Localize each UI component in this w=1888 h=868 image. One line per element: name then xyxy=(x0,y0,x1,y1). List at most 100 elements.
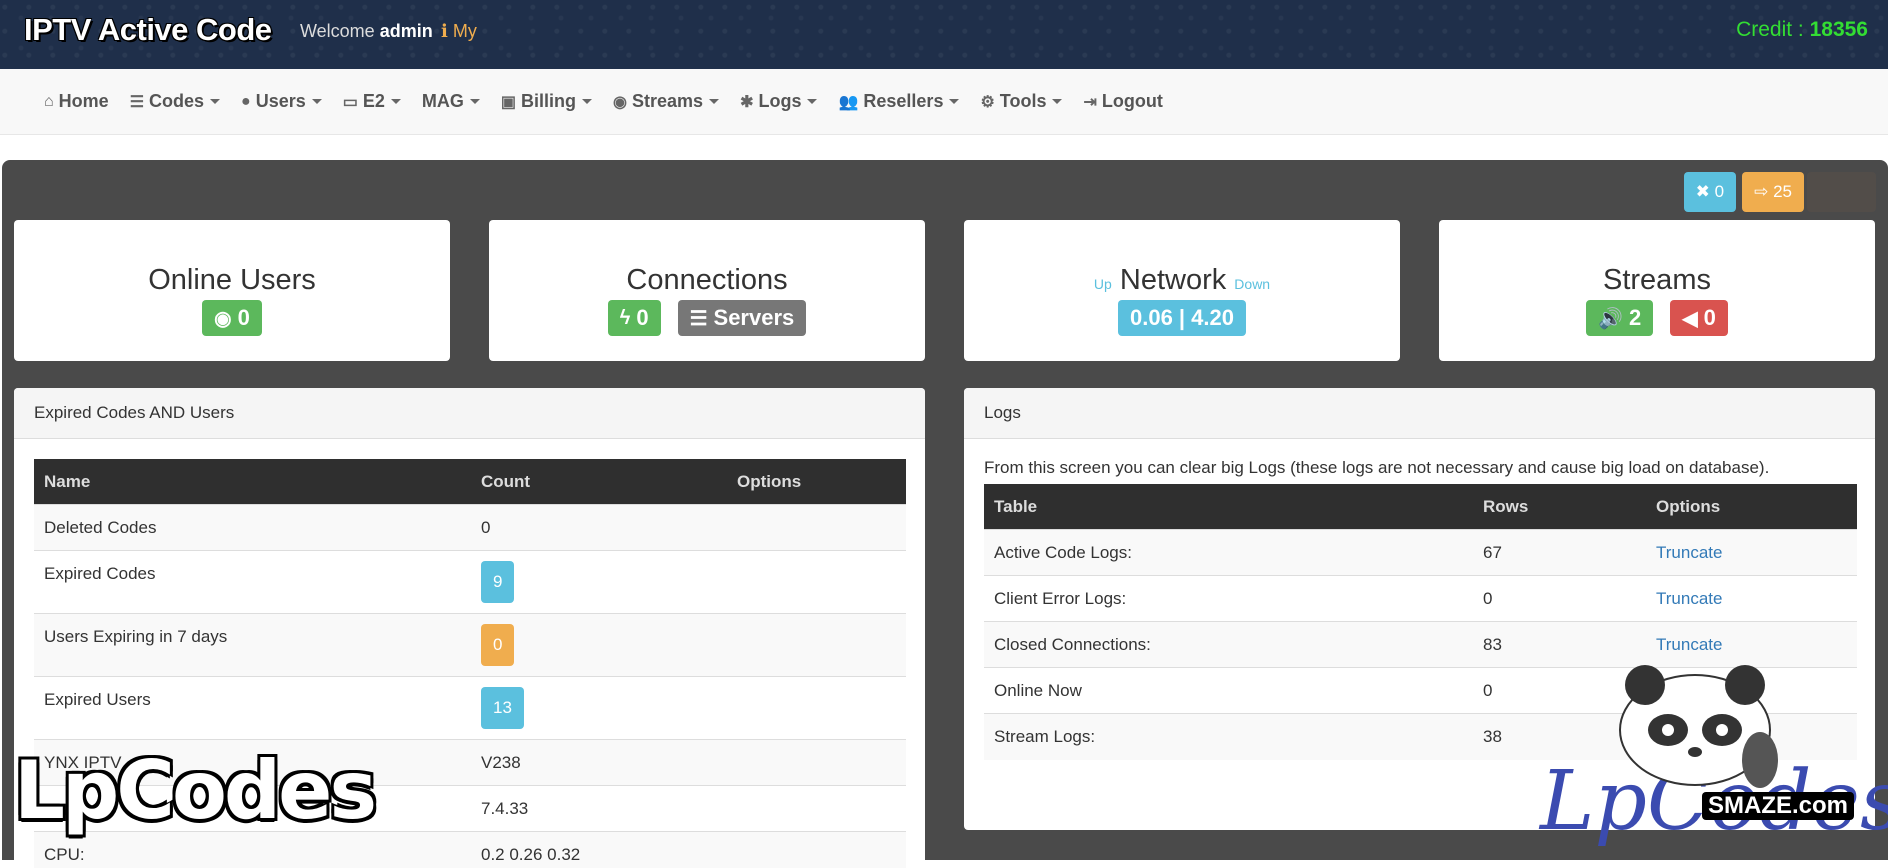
streams-title: Streams xyxy=(1439,264,1875,297)
money-icon: ▣ xyxy=(501,92,516,112)
nav-tools-label: Tools xyxy=(1000,91,1047,112)
nav-streams-label: Streams xyxy=(632,91,703,112)
row-rows: 0 xyxy=(1473,576,1646,622)
logins-button[interactable]: ⇨ 25 xyxy=(1742,172,1804,212)
watermark-small: SMAZE.com xyxy=(1702,792,1854,820)
network-card: Up Network Down 0.06 | 4.20 xyxy=(964,220,1400,361)
row-options xyxy=(727,505,906,551)
bolt-icon: ϟ xyxy=(620,307,631,330)
credit-display: Credit : 18356 xyxy=(1736,18,1868,42)
extra-button[interactable] xyxy=(1807,172,1876,212)
panda-mascot-icon xyxy=(1590,660,1800,790)
row-name: Closed Connections: xyxy=(984,622,1473,668)
logins-count: 25 xyxy=(1773,182,1792,202)
username: admin xyxy=(380,21,433,41)
failed-logins-button[interactable]: ✖ 0 xyxy=(1684,172,1736,212)
row-options xyxy=(727,740,906,786)
user-icon: ● xyxy=(241,93,251,111)
row-options xyxy=(727,786,906,832)
row-name: Expired Users xyxy=(34,677,471,740)
col-options: Options xyxy=(1646,484,1857,530)
volume-off-icon: ◀ xyxy=(1682,306,1697,331)
table-row: Deleted Codes 0 xyxy=(34,505,906,551)
network-badge[interactable]: 0.06 | 4.20 xyxy=(1118,300,1246,336)
nav-logs-label: Logs xyxy=(758,91,801,112)
col-rows: Rows xyxy=(1473,484,1646,530)
chevron-down-icon xyxy=(709,99,719,104)
streams-off-badge[interactable]: ◀ 0 xyxy=(1670,300,1728,336)
table-row: Users Expiring in 7 days 0 xyxy=(34,614,906,677)
watermark-left: LpCodes xyxy=(14,744,374,837)
row-name: Online Now xyxy=(984,668,1473,714)
logs-intro: From this screen you can clear big Logs … xyxy=(984,458,1769,478)
my-label: My xyxy=(453,21,477,41)
credit-value: 18356 xyxy=(1810,18,1868,41)
row-name: Users Expiring in 7 days xyxy=(34,614,471,677)
row-name: Stream Logs: xyxy=(984,714,1473,760)
online-users-card: Online Users ◉ 0 xyxy=(14,220,450,361)
my-account-link[interactable]: ℹ My xyxy=(441,21,477,42)
truncate-link[interactable]: Truncate xyxy=(1656,543,1722,562)
hdd-icon: ▭ xyxy=(343,92,358,112)
row-count: V238 xyxy=(471,740,727,786)
expired-codes-badge[interactable]: 9 xyxy=(481,561,514,603)
online-users-badge[interactable]: ◉ 0 xyxy=(202,300,262,336)
nav-logs[interactable]: ✱ Logs xyxy=(740,91,817,112)
row-name: Client Error Logs: xyxy=(984,576,1473,622)
welcome-text: Welcome admin xyxy=(300,21,433,42)
table-row: Expired Codes 9 xyxy=(34,551,906,614)
chevron-down-icon xyxy=(1052,99,1062,104)
network-title-row: Up Network Down xyxy=(964,264,1400,297)
row-options xyxy=(727,614,906,677)
online-users-title: Online Users xyxy=(14,264,450,297)
chevron-down-icon xyxy=(312,99,322,104)
row-name: Deleted Codes xyxy=(34,505,471,551)
brand-logo[interactable]: IPTV Active Code xyxy=(24,12,272,48)
nav-tools[interactable]: ⚙ Tools xyxy=(980,91,1062,112)
col-options: Options xyxy=(727,459,906,505)
row-options xyxy=(727,832,906,868)
streams-on-count: 2 xyxy=(1629,305,1641,331)
credit-label: Credit : xyxy=(1736,18,1804,41)
nav-logout[interactable]: ⇥ Logout xyxy=(1083,91,1162,112)
servers-badge[interactable]: ☰ Servers xyxy=(678,300,807,336)
nav-home[interactable]: ⌂ Home xyxy=(44,91,109,112)
row-name: Active Code Logs: xyxy=(984,530,1473,576)
top-header: IPTV Active Code Welcome admin ℹ My Cred… xyxy=(0,0,1888,69)
row-options xyxy=(727,677,906,740)
list-icon: ☰ xyxy=(130,92,144,112)
row-count: 7.4.33 xyxy=(471,786,727,832)
col-count: Count xyxy=(471,459,727,505)
nav-resellers[interactable]: 👥 Resellers xyxy=(838,91,959,112)
home-icon: ⌂ xyxy=(44,93,54,111)
table-row: Expired Users 13 xyxy=(34,677,906,740)
servers-label: Servers xyxy=(714,305,795,331)
logs-panel-title: Logs xyxy=(964,388,1875,439)
nav-codes[interactable]: ☰ Codes xyxy=(130,91,220,112)
nav-users[interactable]: ● Users xyxy=(241,91,322,112)
truncate-link[interactable]: Truncate xyxy=(1656,635,1722,654)
expired-users-badge[interactable]: 13 xyxy=(481,687,524,729)
col-table: Table xyxy=(984,484,1473,530)
nav-users-label: Users xyxy=(256,91,306,112)
streams-off-count: 0 xyxy=(1704,305,1716,331)
users-icon: 👥 xyxy=(838,92,858,112)
nav-mag[interactable]: MAG xyxy=(422,91,480,112)
row-name: Expired Codes xyxy=(34,551,471,614)
row-options xyxy=(727,551,906,614)
podcast-icon: ◉ xyxy=(613,92,627,112)
expiring-users-badge[interactable]: 0 xyxy=(481,624,514,666)
nav-codes-label: Codes xyxy=(149,91,204,112)
connections-badge[interactable]: ϟ 0 xyxy=(608,300,661,336)
truncate-link[interactable]: Truncate xyxy=(1656,589,1722,608)
nav-e2[interactable]: ▭ E2 xyxy=(343,91,401,112)
user-circle-icon: ◉ xyxy=(214,306,231,331)
row-count: 0.2 0.26 0.32 xyxy=(471,832,727,868)
sign-out-icon: ⇥ xyxy=(1083,92,1096,112)
streams-card: Streams 🔊 2 ◀ 0 xyxy=(1439,220,1875,361)
nav-billing[interactable]: ▣ Billing xyxy=(501,91,592,112)
chevron-down-icon xyxy=(807,99,817,104)
top-action-buttons: ✖ 0 ⇨ 25 xyxy=(1684,172,1804,212)
streams-on-badge[interactable]: 🔊 2 xyxy=(1586,300,1653,336)
nav-streams[interactable]: ◉ Streams xyxy=(613,91,719,112)
